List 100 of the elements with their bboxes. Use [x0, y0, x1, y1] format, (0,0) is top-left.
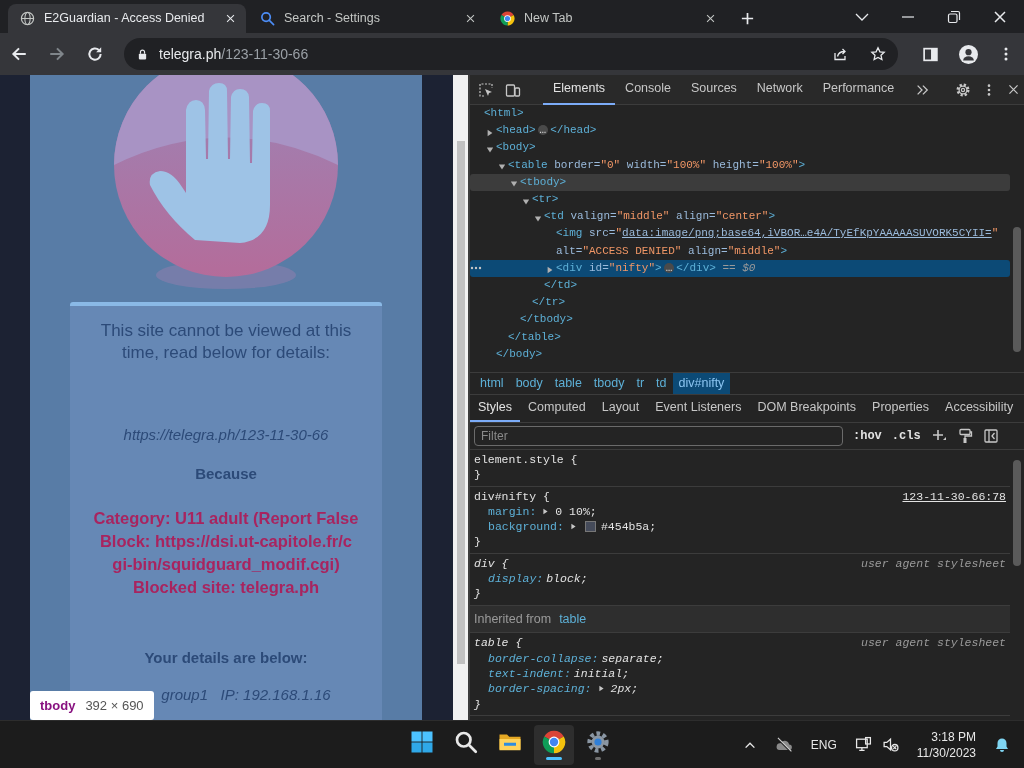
- code-line: </tr>: [532, 295, 565, 311]
- closing-brace: }: [474, 696, 482, 712]
- code-line: <img src="data:image/png;base64,iVBOR…e4A/TyEfKpYAAAAASUVORK5CYII=" alt="ACCESS DENIED" align="middle">: [556, 226, 999, 259]
- dom-tree-row[interactable]: <body>: [470, 139, 1010, 157]
- panel-tab[interactable]: Sources: [681, 74, 747, 105]
- close-icon[interactable]: [992, 8, 1008, 25]
- star-icon[interactable]: [870, 46, 886, 62]
- expand-triangle-icon[interactable]: [534, 214, 542, 223]
- user-details: group1 IP: 192.168.1.16: [161, 684, 331, 705]
- expand-triangle-icon[interactable]: [569, 523, 577, 531]
- blocked-url: https://telegra.ph/123-11-30-66: [123, 425, 329, 445]
- panel-tab[interactable]: Elements: [543, 74, 616, 105]
- expand-triangle-icon[interactable]: [542, 508, 550, 516]
- address-bar[interactable]: telegra.ph/123-11-30-66: [124, 38, 898, 70]
- network-icon[interactable]: [854, 736, 872, 753]
- expand-triangle-icon[interactable]: [597, 685, 605, 693]
- paint-roller-icon[interactable]: [956, 428, 973, 444]
- profile-icon[interactable]: [959, 44, 978, 64]
- css-selector: table {: [474, 635, 523, 651]
- filter-field[interactable]: Filter: [474, 426, 843, 446]
- scrollbar-thumb[interactable]: [1013, 460, 1021, 566]
- device-icon[interactable]: [505, 81, 521, 98]
- reload-icon[interactable]: [86, 45, 104, 63]
- panel-tab[interactable]: Performance: [812, 74, 905, 105]
- taskbar-app[interactable]: [534, 724, 574, 765]
- url-text: telegra.ph/123-11-30-66: [159, 44, 310, 64]
- color-swatch[interactable]: [584, 521, 596, 533]
- sidebar-toggle-icon[interactable]: [982, 428, 999, 444]
- tag-name: tbody: [40, 696, 76, 715]
- clock-date[interactable]: 11/30/2023: [916, 744, 976, 761]
- notification-bell-icon[interactable]: [994, 736, 1010, 753]
- styles-tab[interactable]: Properties: [864, 395, 938, 422]
- expand-triangle-icon[interactable]: [546, 266, 554, 275]
- dom-tree-row[interactable]: <tr>: [470, 191, 1010, 209]
- reason-text: Blocked site: telegra.ph: [132, 577, 320, 598]
- expand-triangle-icon[interactable]: [486, 128, 494, 137]
- reason-text: Category: U11 adult (Report False: [93, 508, 359, 529]
- css-value: initial;: [573, 666, 630, 682]
- dom-tree-row[interactable]: <tbody>: [470, 173, 1010, 191]
- plus-icon[interactable]: [740, 11, 755, 26]
- settings-icon[interactable]: [955, 81, 972, 98]
- browser-tab[interactable]: Search - Settings: [248, 4, 486, 33]
- breadcrumb[interactable]: body: [509, 373, 549, 394]
- styles-tab[interactable]: DOM Breakpoints: [749, 395, 865, 422]
- toggle-button[interactable]: .cls: [891, 427, 921, 445]
- inspect-icon[interactable]: [478, 81, 494, 98]
- panel-tab[interactable]: Console: [615, 74, 681, 105]
- toggle-button[interactable]: :hov: [853, 427, 882, 445]
- back-icon[interactable]: [10, 45, 28, 63]
- expand-triangle-icon[interactable]: [498, 163, 506, 172]
- dom-tree-row[interactable]: <div id="nifty"> … </div> == $0: [470, 259, 1010, 278]
- browser-tab[interactable]: New Tab: [488, 4, 726, 33]
- forward-icon[interactable]: [48, 45, 66, 63]
- css-value: separate;: [601, 650, 664, 666]
- dom-tree-row[interactable]: <head> … </head>: [470, 122, 1010, 140]
- start-icon: [410, 729, 434, 754]
- css-property: border-spacing:: [488, 681, 592, 697]
- dom-tree-row[interactable]: <img src="data:image/png;base64,iVBOR…e4A/TyEfKpYAAAAASUVORK5CYII=" alt="ACCESS DENIED" align="middle">: [470, 225, 1010, 260]
- source-link[interactable]: 123-11-30-66:78: [902, 488, 1006, 504]
- expand-triangle-icon[interactable]: [510, 180, 518, 189]
- styles-tab[interactable]: Event Listeners: [647, 395, 750, 422]
- element-link[interactable]: table: [559, 609, 587, 629]
- cloud-off-icon[interactable]: [774, 735, 793, 754]
- details-heading: Your details are below:: [144, 648, 308, 668]
- scrollbar-thumb[interactable]: [1013, 227, 1021, 352]
- more-tabs-icon[interactable]: [915, 82, 930, 97]
- code-line: </table>: [508, 329, 561, 345]
- share-icon[interactable]: [832, 46, 848, 62]
- code-line: <table border="0" width="100%" height="100%">: [508, 157, 806, 173]
- link[interactable]: data:image/png;base64,iVBOR…e4A/TyEfKpYAAAAASUVORK5CYII=: [622, 227, 992, 240]
- panel-tab[interactable]: Network: [746, 74, 813, 105]
- breadcrumb[interactable]: html: [474, 373, 510, 394]
- expand-triangle-icon[interactable]: [522, 197, 530, 206]
- chrome-icon: [542, 729, 566, 754]
- language-indicator[interactable]: ENG: [810, 735, 837, 754]
- code-line: <html>: [484, 106, 524, 121]
- dom-tree-row[interactable]: <html>: [470, 105, 1010, 123]
- close-icon[interactable]: [705, 13, 716, 24]
- breadcrumb[interactable]: tbody: [587, 373, 631, 394]
- dom-tree-row[interactable]: <td valign="middle" align="center">: [470, 208, 1010, 226]
- browser-tab[interactable]: E2Guardian - Access Denied: [8, 4, 246, 33]
- scrollbar-thumb[interactable]: [456, 141, 465, 664]
- breadcrumb[interactable]: div#nifty: [672, 373, 731, 394]
- dom-tree-row[interactable]: <table border="0" width="100%" height="100%">: [470, 156, 1010, 174]
- breadcrumb[interactable]: td: [650, 373, 673, 394]
- mute-icon[interactable]: [881, 736, 899, 753]
- code-line: <td valign="middle" align="center">: [544, 209, 776, 225]
- breadcrumb[interactable]: tr: [630, 373, 651, 394]
- styles-tab[interactable]: Computed: [520, 395, 594, 422]
- close-icon[interactable]: [465, 13, 476, 24]
- css-selector: div {: [474, 555, 509, 572]
- styles-tab[interactable]: Styles: [470, 395, 521, 422]
- sidebar-icon[interactable]: [922, 45, 939, 63]
- styles-tab[interactable]: Layout: [593, 395, 648, 422]
- breadcrumb[interactable]: table: [548, 373, 588, 394]
- restore-icon[interactable]: [946, 8, 962, 25]
- clock-time[interactable]: 3:18 PM: [916, 728, 976, 745]
- styles-tab[interactable]: Accessibility: [937, 395, 1022, 422]
- close-icon[interactable]: [1007, 83, 1021, 96]
- expand-triangle-icon[interactable]: [486, 145, 494, 154]
